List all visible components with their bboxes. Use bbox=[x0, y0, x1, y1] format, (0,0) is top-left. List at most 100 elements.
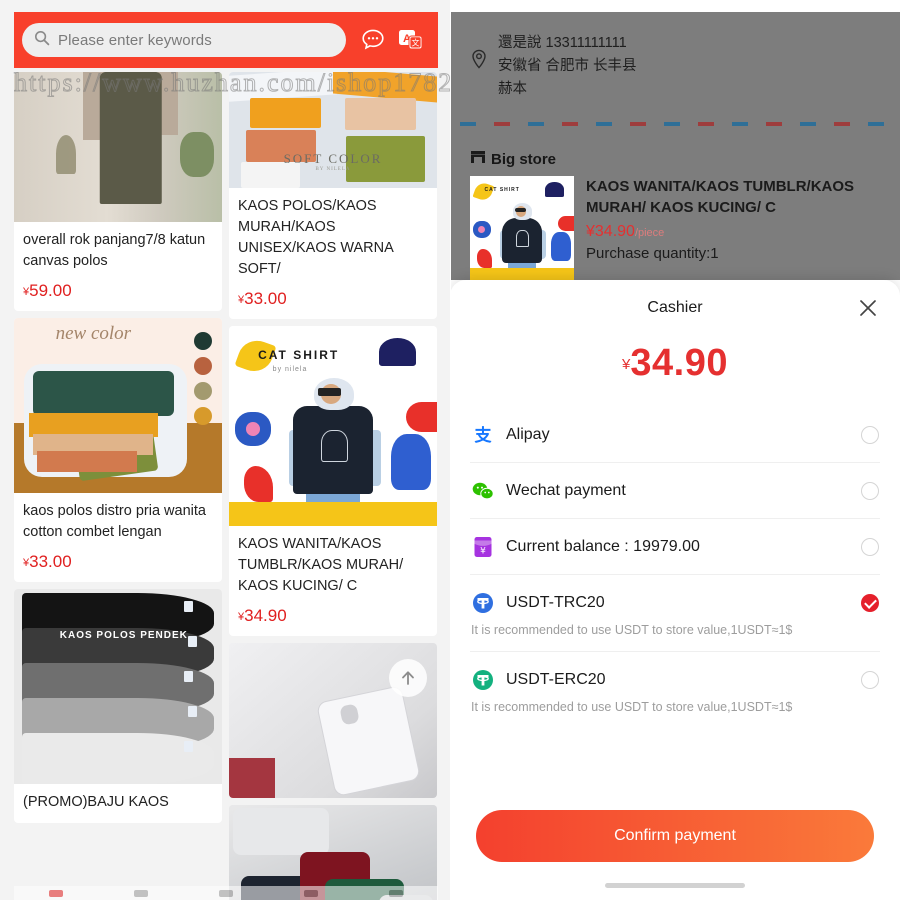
store-name-text: Big store bbox=[491, 150, 557, 168]
payment-method-label: Alipay bbox=[506, 426, 550, 443]
tab-category[interactable] bbox=[134, 889, 149, 897]
product-price: ¥59.00 bbox=[23, 281, 213, 301]
amount-value: 34.90 bbox=[630, 342, 728, 384]
search-placeholder-text: Please enter keywords bbox=[58, 31, 212, 49]
storefront-panel: Please enter keywords A 文 overall rok pa… bbox=[0, 0, 450, 900]
payment-radio[interactable] bbox=[861, 482, 879, 500]
tab-home[interactable] bbox=[49, 889, 64, 897]
address-region: 安徽省 合肥市 长丰县 bbox=[498, 58, 637, 74]
shipping-address[interactable]: 還是說 13311111111 安徽省 合肥市 长丰县 赫本 bbox=[468, 32, 868, 101]
address-detail: 赫本 bbox=[498, 81, 527, 97]
product-column-left: overall rok panjang7/8 katun canvas polo… bbox=[14, 72, 222, 900]
store-icon bbox=[470, 150, 486, 168]
product-image-new-color: new color bbox=[14, 318, 222, 493]
svg-text:¥: ¥ bbox=[480, 547, 486, 557]
product-title: overall rok panjang7/8 katun canvas polo… bbox=[23, 232, 206, 269]
image-caption-text: SOFT COLOR bbox=[283, 150, 383, 166]
image-caption: KAOS POLOS PENDEK bbox=[59, 629, 188, 641]
confirm-payment-button[interactable]: Confirm payment bbox=[476, 810, 874, 862]
payment-method-list: 支 Alipay Wechat payment ¥ Current balanc… bbox=[450, 407, 900, 728]
scroll-to-top-button[interactable] bbox=[389, 659, 427, 697]
order-line-item[interactable]: CAT SHIRT KAOS WANITA/KAOS TUMBLR/KAOS M… bbox=[460, 172, 890, 280]
cashier-title: Cashier bbox=[647, 299, 703, 316]
header-icon-group: A 文 bbox=[346, 27, 428, 53]
payment-radio[interactable] bbox=[861, 671, 879, 689]
price-value: 34.90 bbox=[244, 606, 287, 625]
tab-cart[interactable] bbox=[218, 889, 233, 897]
alipay-icon: 支 bbox=[471, 423, 495, 447]
cashier-sheet: Cashier ¥34.90 支 Alipay Wechat payment ¥… bbox=[450, 280, 900, 900]
store-header[interactable]: Big store bbox=[460, 140, 890, 172]
svg-text:文: 文 bbox=[412, 37, 420, 47]
dashed-separator bbox=[460, 122, 890, 126]
product-card[interactable]: KAOS POLOS PENDEK (PROMO)BAJU KAOS bbox=[14, 589, 222, 823]
product-card[interactable]: overall rok panjang7/8 katun canvas polo… bbox=[14, 72, 222, 311]
product-image-folded-shirts-phone bbox=[229, 643, 437, 798]
image-caption: SOFT COLOR BY NILELA bbox=[229, 151, 437, 172]
product-image-dress bbox=[14, 72, 222, 222]
payment-radio[interactable] bbox=[861, 538, 879, 556]
product-grid: overall rok panjang7/8 katun canvas polo… bbox=[14, 72, 438, 900]
payment-radio-selected[interactable] bbox=[861, 594, 879, 612]
svg-text:支: 支 bbox=[475, 425, 493, 446]
tab-mine[interactable] bbox=[388, 889, 403, 897]
product-price: ¥33.00 bbox=[238, 289, 428, 309]
payment-method-label: Current balance : 19979.00 bbox=[506, 538, 700, 555]
panel-divider bbox=[450, 0, 451, 900]
payment-method-alipay[interactable]: 支 Alipay bbox=[470, 407, 880, 463]
tether-icon bbox=[471, 591, 495, 615]
payment-method-label: USDT-TRC20 bbox=[506, 594, 605, 611]
search-icon bbox=[34, 30, 50, 51]
product-title: (PROMO)BAJU KAOS bbox=[23, 794, 169, 810]
arrow-up-icon bbox=[402, 671, 414, 685]
product-info: overall rok panjang7/8 katun canvas polo… bbox=[14, 222, 222, 311]
payable-amount: ¥34.90 bbox=[450, 342, 900, 385]
color-swatches bbox=[193, 332, 212, 425]
product-card[interactable]: CAT SHIRT by nilela KAOS WANITA/KAOS TUM… bbox=[229, 326, 437, 636]
product-card[interactable]: new color kaos polos distro pria wanita … bbox=[14, 318, 222, 582]
chat-bubble-icon[interactable] bbox=[360, 27, 386, 53]
payment-method-usdt-trc20[interactable]: USDT-TRC20 bbox=[470, 575, 880, 621]
price-value: 33.00 bbox=[29, 552, 72, 571]
tether-icon bbox=[471, 668, 495, 692]
cashier-header: Cashier bbox=[450, 280, 900, 336]
image-caption: CAT SHIRT bbox=[258, 348, 340, 362]
order-item-thumbnail: CAT SHIRT bbox=[470, 176, 574, 280]
product-card[interactable]: SOFT COLOR BY NILELA KAOS POLOS/KAOS MURA… bbox=[229, 72, 437, 319]
order-summary-backdrop: 還是說 13311111111 安徽省 合肥市 长丰县 赫本 Big store bbox=[450, 12, 900, 280]
bottom-tabbar[interactable] bbox=[14, 886, 438, 900]
payment-method-usdt-erc20[interactable]: USDT-ERC20 bbox=[470, 652, 880, 698]
address-name-phone: 還是說 13311111111 bbox=[498, 35, 627, 51]
product-image-soft-color: SOFT COLOR BY NILELA bbox=[229, 72, 437, 188]
confirm-area: Confirm payment bbox=[450, 810, 900, 862]
payment-method-balance[interactable]: ¥ Current balance : 19979.00 bbox=[470, 519, 880, 575]
payment-method-note: It is recommended to use USDT to store v… bbox=[471, 700, 793, 714]
home-indicator bbox=[605, 883, 745, 888]
product-price: ¥34.90 bbox=[238, 606, 428, 626]
red-packet-icon: ¥ bbox=[471, 535, 495, 559]
tab-message[interactable] bbox=[303, 889, 318, 897]
address-lines: 還是說 13311111111 安徽省 合肥市 长丰县 赫本 bbox=[498, 32, 637, 101]
product-info: (PROMO)BAJU KAOS bbox=[14, 784, 222, 823]
store-block: Big store CAT SHIRT KAOS WANITA/KAOS TUM… bbox=[460, 140, 890, 280]
translate-icon[interactable]: A 文 bbox=[398, 28, 424, 52]
image-caption-sub: by nilela bbox=[272, 366, 308, 373]
product-column-right: SOFT COLOR BY NILELA KAOS POLOS/KAOS MURA… bbox=[229, 72, 437, 900]
product-info: kaos polos distro pria wanita cotton com… bbox=[14, 493, 222, 582]
product-card[interactable] bbox=[229, 643, 437, 798]
product-info: KAOS POLOS/KAOS MURAH/KAOS UNISEX/KAOS W… bbox=[229, 188, 437, 319]
payment-method-wechat[interactable]: Wechat payment bbox=[470, 463, 880, 519]
payment-radio[interactable] bbox=[861, 426, 879, 444]
payment-method-label: Wechat payment bbox=[506, 482, 626, 499]
image-caption: new color bbox=[55, 323, 132, 344]
product-price: ¥33.00 bbox=[23, 552, 213, 572]
product-title: KAOS POLOS/KAOS MURAH/KAOS UNISEX/KAOS W… bbox=[238, 198, 393, 277]
close-icon[interactable] bbox=[856, 296, 880, 320]
wechat-icon bbox=[471, 479, 495, 503]
order-item-price-value: ¥34.90 bbox=[586, 223, 635, 240]
app-root: Please enter keywords A 文 overall rok pa… bbox=[0, 0, 900, 900]
image-caption: CAT SHIRT bbox=[484, 187, 520, 194]
image-caption-sub: BY NILELA bbox=[315, 166, 351, 172]
product-title: KAOS WANITA/KAOS TUMBLR/KAOS MURAH/ KAOS… bbox=[238, 536, 404, 594]
search-input[interactable]: Please enter keywords bbox=[22, 23, 346, 57]
